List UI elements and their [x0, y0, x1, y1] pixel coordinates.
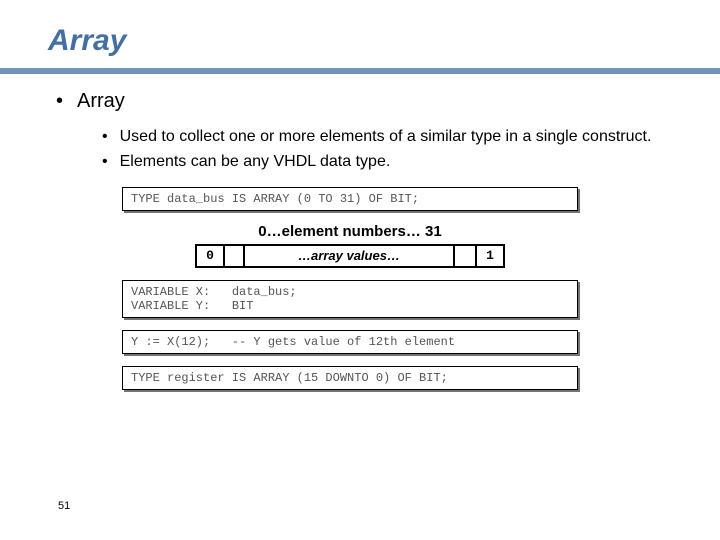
diagram-row: 0 …array values… 1: [195, 244, 505, 268]
diagram-cell-gap: [225, 246, 245, 266]
bullet-level1-text: Array: [77, 90, 125, 113]
bullet-dot-icon: •: [102, 127, 108, 148]
code-box-type-register: TYPE register IS ARRAY (15 DOWNTO 0) OF …: [122, 366, 578, 390]
page-number: 51: [58, 500, 70, 512]
code-box-type-databus: TYPE data_bus IS ARRAY (0 TO 31) OF BIT;: [122, 187, 578, 211]
slide: Array • Array • Used to collect one or m…: [0, 0, 720, 422]
bullet-level2: • Used to collect one or more elements o…: [48, 127, 672, 148]
bullet-level2-text: Elements can be any VHDL data type.: [120, 152, 391, 173]
bullet-level2: • Elements can be any VHDL data type.: [48, 152, 672, 173]
bullet-dot-icon: •: [102, 152, 108, 173]
code-box-variables: VARIABLE X: data_bus; VARIABLE Y: BIT: [122, 280, 578, 318]
figure-area: TYPE data_bus IS ARRAY (0 TO 31) OF BIT;…: [48, 187, 578, 390]
title-rule: [0, 68, 720, 74]
diagram-index-label: 0…element numbers… 31: [195, 223, 505, 240]
diagram-cell-middle: …array values…: [245, 246, 455, 266]
diagram-cell-first: 0: [197, 246, 225, 266]
code-box-assignment: Y := X(12); -- Y gets value of 12th elem…: [122, 330, 578, 354]
diagram-cell-gap: [455, 246, 475, 266]
bullet-level1: • Array: [48, 90, 672, 113]
array-diagram: 0…element numbers… 31 0 …array values… 1: [195, 223, 505, 268]
slide-title: Array: [48, 24, 672, 58]
bullet-dot-icon: •: [56, 90, 63, 113]
diagram-cell-last: 1: [475, 246, 503, 266]
bullet-level2-text: Used to collect one or more elements of …: [120, 127, 652, 148]
